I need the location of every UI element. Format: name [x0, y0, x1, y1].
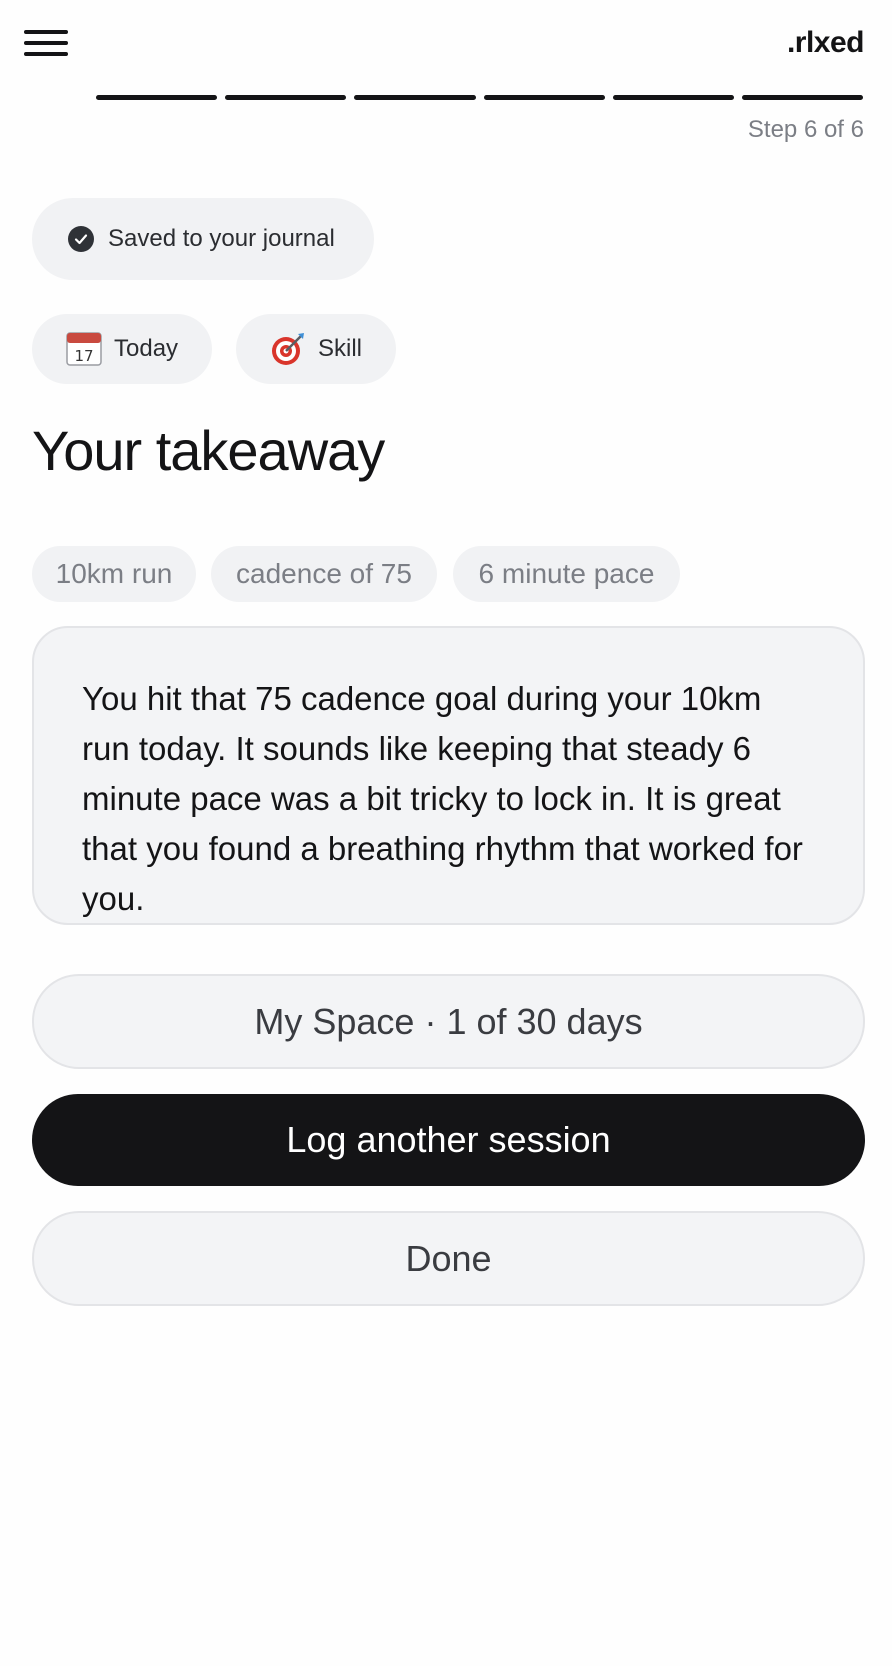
- progress-segment: [741, 95, 864, 100]
- progress-segment: [612, 95, 734, 100]
- saved-status-badge: Saved to your journal: [32, 198, 374, 280]
- takeaway-text: You hit that 75 cadence goal during your…: [82, 680, 803, 917]
- keyword-chip: cadence of 75: [211, 546, 437, 602]
- target-icon: [270, 331, 306, 367]
- progress-segment: [483, 95, 605, 100]
- app-logo: .rlxed: [786, 26, 865, 59]
- hamburger-menu-icon[interactable]: [24, 26, 70, 60]
- step-indicator: Step 6 of 6: [747, 116, 864, 143]
- progress-segment: [354, 95, 476, 100]
- done-button[interactable]: Done: [32, 1211, 865, 1306]
- check-circle-icon: [68, 226, 94, 252]
- step-progress-bar: [96, 95, 864, 101]
- app-header: .rlxed: [0, 0, 892, 90]
- tag-today[interactable]: 17 Today: [32, 314, 212, 384]
- log-another-session-button[interactable]: Log another session: [32, 1094, 865, 1186]
- takeaway-card: You hit that 75 cadence goal during your…: [32, 626, 865, 925]
- tag-today-label: Today: [114, 335, 179, 362]
- keyword-chip: 10km run: [32, 546, 196, 602]
- tag-skill-label: Skill: [318, 335, 363, 362]
- saved-status-text: Saved to your journal: [108, 225, 335, 252]
- tag-skill[interactable]: Skill: [236, 314, 396, 384]
- calendar-icon: 17: [66, 331, 102, 367]
- page-title: Your takeaway: [32, 419, 385, 482]
- my-space-button[interactable]: My Space · 1 of 30 days: [32, 974, 865, 1069]
- keyword-chip: 6 minute pace: [453, 546, 680, 602]
- progress-segment: [96, 95, 218, 100]
- svg-text:17: 17: [74, 347, 93, 365]
- progress-segment: [225, 95, 347, 100]
